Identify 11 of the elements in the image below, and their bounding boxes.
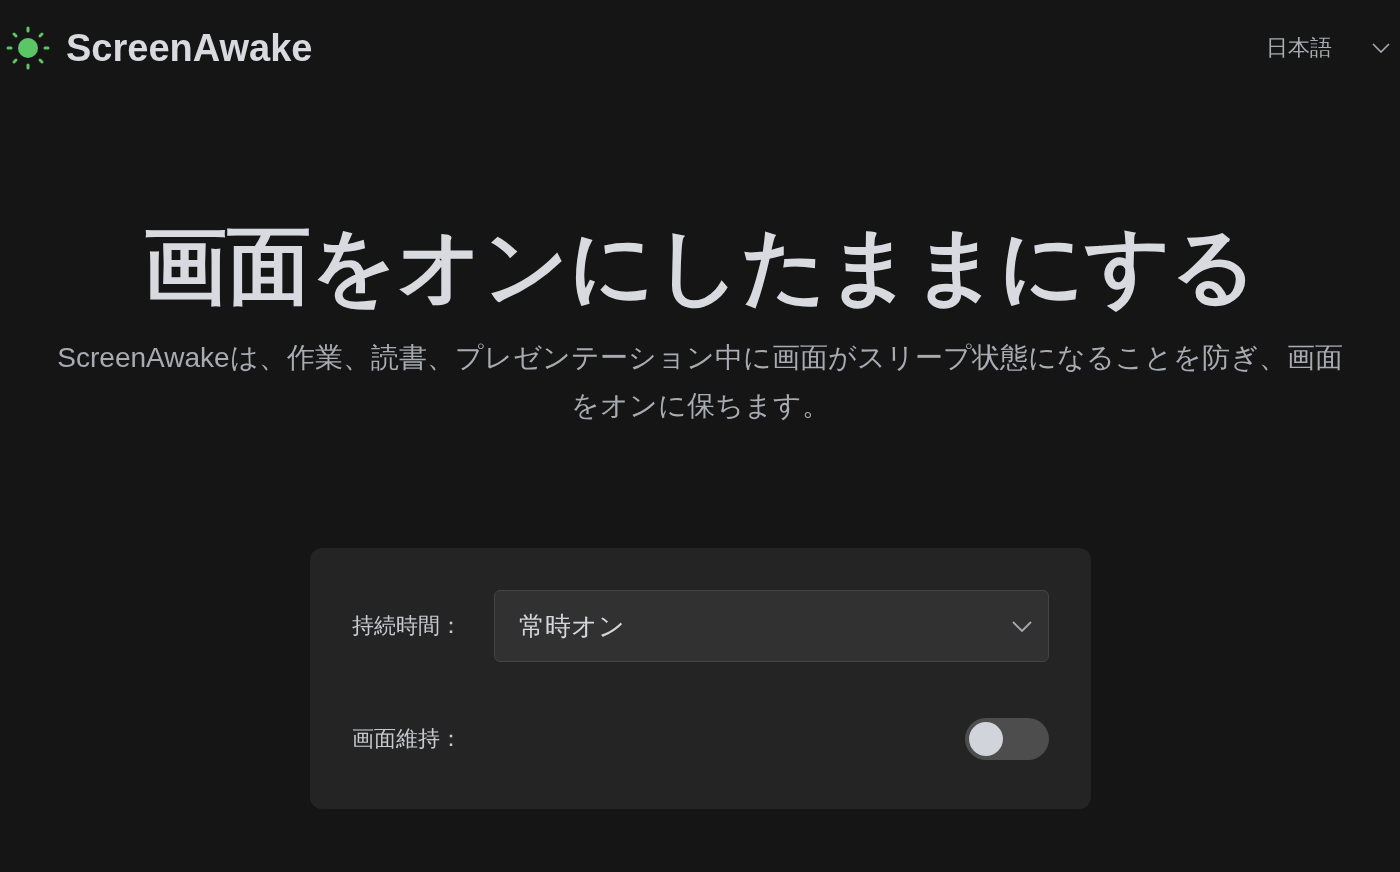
- duration-label: 持続時間：: [351, 612, 462, 641]
- brand-name: ScreenAwake: [66, 26, 313, 70]
- keep-awake-label: 画面維持：: [351, 725, 462, 754]
- chevron-down-icon: [1372, 43, 1390, 53]
- sun-icon: [6, 26, 50, 70]
- duration-select[interactable]: 常時オン: [493, 590, 1049, 663]
- chevron-down-icon: [1011, 620, 1032, 632]
- keep-awake-toggle[interactable]: [964, 718, 1049, 761]
- hero-title: 画面をオンにしたままにする: [142, 220, 1258, 313]
- hero-subtitle: ScreenAwakeは、作業、読書、プレゼンテーション中に画面がスリープ状態になることを防ぎ、画面をオンに保ちます。: [56, 341, 1344, 424]
- language-selector[interactable]: 日本語: [1266, 33, 1390, 63]
